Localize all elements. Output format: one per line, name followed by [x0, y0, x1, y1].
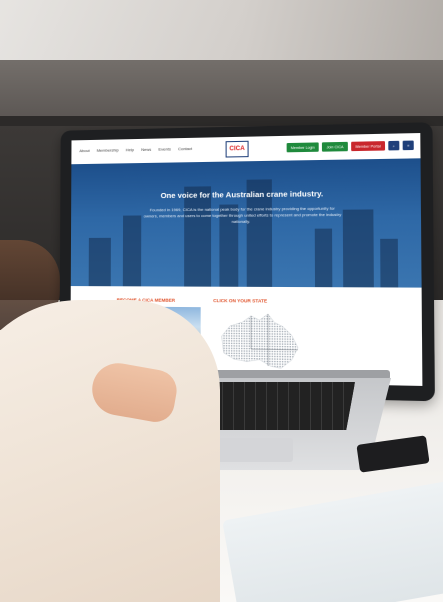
city-building: [315, 229, 333, 288]
nav-link-about[interactable]: About: [79, 148, 89, 153]
search-icon[interactable]: ⌕: [388, 141, 399, 151]
hero-banner: One voice for the Australian crane indus…: [71, 158, 422, 287]
portal-button[interactable]: Member Portal: [351, 141, 385, 151]
australia-map[interactable]: [215, 307, 304, 377]
hero-text: Founded in 1969, CICA is the national pe…: [143, 206, 342, 226]
nav-link-membership[interactable]: Membership: [97, 147, 119, 152]
city-building: [380, 239, 398, 288]
trackpad[interactable]: [215, 438, 293, 462]
window-light: [0, 0, 443, 60]
join-button[interactable]: Join CICA: [322, 142, 348, 152]
nav-link-events[interactable]: Events: [158, 146, 170, 151]
city-building: [89, 238, 111, 286]
person-sleeve: [0, 300, 220, 602]
cica-logo[interactable]: CICA: [226, 141, 249, 158]
photo-scene: About Membership Help News Events Contac…: [0, 0, 443, 602]
click-state-heading: CLICK ON YOUR STATE: [213, 298, 267, 304]
nav-link-contact[interactable]: Contact: [178, 146, 192, 151]
city-building: [123, 215, 141, 286]
member-login-button[interactable]: Member Login: [287, 142, 320, 152]
nav-link-news[interactable]: News: [141, 147, 151, 152]
nav-links: About Membership Help News Events Contac…: [79, 146, 192, 153]
logo-text: CICA: [229, 146, 244, 152]
nav-buttons: Member Login Join CICA Member Portal ⌕ ≡: [287, 141, 414, 153]
menu-icon[interactable]: ≡: [403, 141, 414, 151]
city-building: [343, 209, 374, 287]
hero-title: One voice for the Australian crane indus…: [71, 188, 421, 201]
nav-link-help[interactable]: Help: [126, 147, 134, 152]
city-building: [184, 186, 211, 286]
